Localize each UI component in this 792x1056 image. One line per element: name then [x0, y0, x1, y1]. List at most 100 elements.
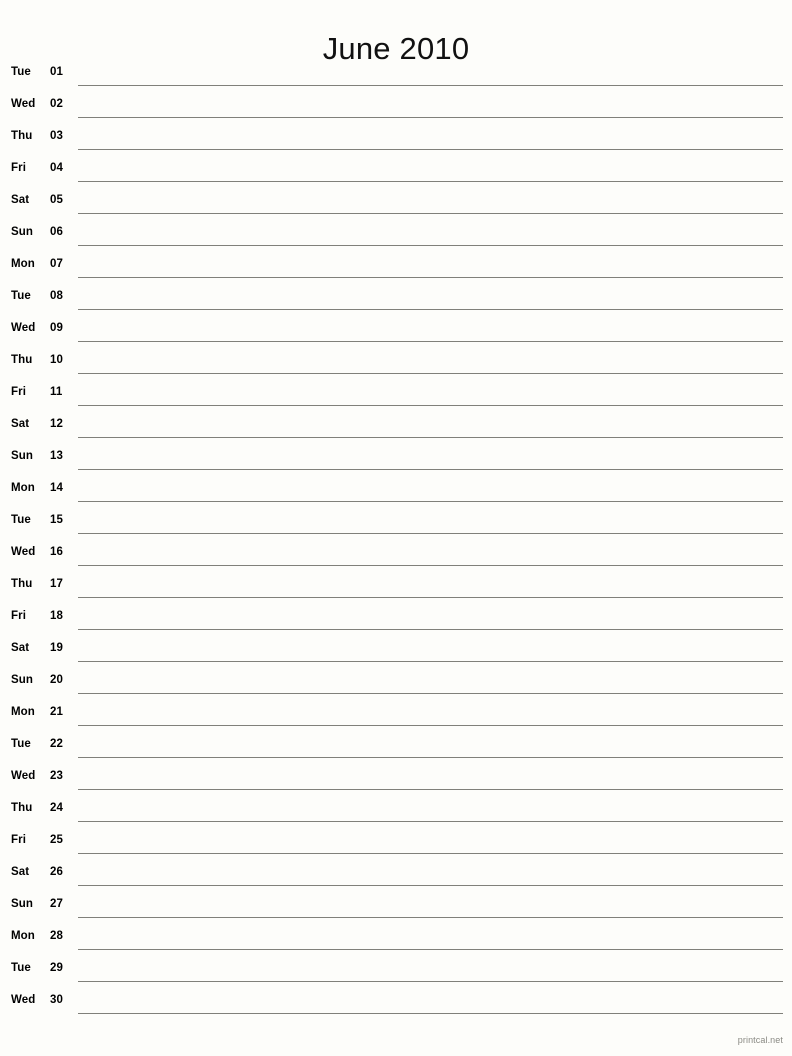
- day-writing-line[interactable]: [78, 725, 783, 726]
- day-writing-line[interactable]: [78, 437, 783, 438]
- day-weekday-label: Sun: [11, 226, 34, 238]
- day-weekday-label: Tue: [11, 962, 31, 974]
- day-row[interactable]: Tue 15: [0, 508, 792, 540]
- day-writing-line[interactable]: [78, 533, 783, 534]
- day-row[interactable]: Mon 28: [0, 924, 792, 956]
- day-writing-line[interactable]: [78, 917, 783, 918]
- day-writing-line[interactable]: [78, 565, 783, 566]
- day-number-label: 14: [50, 482, 63, 494]
- day-writing-line[interactable]: [78, 117, 783, 118]
- day-writing-line[interactable]: [78, 821, 783, 822]
- day-weekday-label: Wed: [11, 98, 36, 110]
- day-writing-line[interactable]: [78, 949, 783, 950]
- day-row[interactable]: Mon 21: [0, 700, 792, 732]
- day-writing-line[interactable]: [78, 757, 783, 758]
- day-weekday-label: Fri: [11, 386, 26, 398]
- day-number-label: 04: [50, 162, 63, 174]
- day-row[interactable]: Sat 12: [0, 412, 792, 444]
- day-number-label: 28: [50, 930, 63, 942]
- day-writing-line[interactable]: [78, 373, 783, 374]
- day-row[interactable]: Tue 29: [0, 956, 792, 988]
- day-weekday-label: Sat: [11, 418, 30, 430]
- day-row[interactable]: Sun 27: [0, 892, 792, 924]
- day-writing-line[interactable]: [78, 341, 783, 342]
- day-weekday-label: Fri: [11, 610, 26, 622]
- day-writing-line[interactable]: [78, 277, 783, 278]
- day-row[interactable]: Tue 01: [0, 60, 792, 92]
- day-weekday-label: Tue: [11, 66, 31, 78]
- day-number-label: 29: [50, 962, 63, 974]
- day-weekday-label: Mon: [11, 706, 35, 718]
- day-weekday-label: Sat: [11, 194, 30, 206]
- day-number-label: 05: [50, 194, 63, 206]
- day-writing-line[interactable]: [78, 1013, 783, 1014]
- day-writing-line[interactable]: [78, 245, 783, 246]
- day-row[interactable]: Fri 18: [0, 604, 792, 636]
- day-row[interactable]: Tue 22: [0, 732, 792, 764]
- day-row[interactable]: Wed 30: [0, 988, 792, 1020]
- day-row[interactable]: Thu 03: [0, 124, 792, 156]
- day-writing-line[interactable]: [78, 661, 783, 662]
- day-row[interactable]: Fri 25: [0, 828, 792, 860]
- day-weekday-label: Fri: [11, 834, 26, 846]
- day-writing-line[interactable]: [78, 885, 783, 886]
- day-number-label: 27: [50, 898, 63, 910]
- day-weekday-label: Thu: [11, 354, 33, 366]
- day-row[interactable]: Wed 23: [0, 764, 792, 796]
- day-weekday-label: Tue: [11, 514, 31, 526]
- day-number-label: 13: [50, 450, 63, 462]
- day-row[interactable]: Tue 08: [0, 284, 792, 316]
- day-weekday-label: Wed: [11, 770, 36, 782]
- day-row[interactable]: Sat 19: [0, 636, 792, 668]
- calendar-page: June 2010 Tue 01 Wed 02 Thu 03 Fri 04 Sat 05 Sun 06…: [0, 0, 792, 1056]
- day-row[interactable]: Wed 02: [0, 92, 792, 124]
- day-writing-line[interactable]: [78, 853, 783, 854]
- day-row[interactable]: Sat 05: [0, 188, 792, 220]
- day-writing-line[interactable]: [78, 629, 783, 630]
- day-row[interactable]: Sun 20: [0, 668, 792, 700]
- day-weekday-label: Thu: [11, 802, 33, 814]
- day-writing-line[interactable]: [78, 85, 783, 86]
- day-row[interactable]: Sun 06: [0, 220, 792, 252]
- day-row[interactable]: Fri 11: [0, 380, 792, 412]
- day-writing-line[interactable]: [78, 501, 783, 502]
- day-writing-line[interactable]: [78, 693, 783, 694]
- day-writing-line[interactable]: [78, 405, 783, 406]
- day-number-label: 01: [50, 66, 63, 78]
- day-writing-line[interactable]: [78, 213, 783, 214]
- day-row[interactable]: Wed 09: [0, 316, 792, 348]
- day-weekday-label: Wed: [11, 546, 36, 558]
- day-row[interactable]: Sat 26: [0, 860, 792, 892]
- day-number-label: 02: [50, 98, 63, 110]
- day-row[interactable]: Mon 07: [0, 252, 792, 284]
- day-number-label: 30: [50, 994, 63, 1006]
- day-row[interactable]: Thu 17: [0, 572, 792, 604]
- day-number-label: 19: [50, 642, 63, 654]
- day-number-label: 15: [50, 514, 63, 526]
- day-row-list: Tue 01 Wed 02 Thu 03 Fri 04 Sat 05 Sun 06 Mon 07 Tue 08…: [0, 60, 792, 1020]
- day-writing-line[interactable]: [78, 981, 783, 982]
- day-number-label: 10: [50, 354, 63, 366]
- day-writing-line[interactable]: [78, 309, 783, 310]
- day-number-label: 20: [50, 674, 63, 686]
- day-number-label: 25: [50, 834, 63, 846]
- day-weekday-label: Sat: [11, 866, 30, 878]
- day-number-label: 17: [50, 578, 63, 590]
- day-row[interactable]: Thu 10: [0, 348, 792, 380]
- day-writing-line[interactable]: [78, 469, 783, 470]
- day-number-label: 18: [50, 610, 63, 622]
- day-writing-line[interactable]: [78, 149, 783, 150]
- day-writing-line[interactable]: [78, 789, 783, 790]
- day-weekday-label: Mon: [11, 482, 35, 494]
- day-row[interactable]: Wed 16: [0, 540, 792, 572]
- day-row[interactable]: Mon 14: [0, 476, 792, 508]
- day-row[interactable]: Thu 24: [0, 796, 792, 828]
- day-weekday-label: Sat: [11, 642, 30, 654]
- day-number-label: 23: [50, 770, 63, 782]
- day-weekday-label: Tue: [11, 290, 31, 302]
- day-row[interactable]: Sun 13: [0, 444, 792, 476]
- day-row[interactable]: Fri 04: [0, 156, 792, 188]
- day-writing-line[interactable]: [78, 597, 783, 598]
- day-writing-line[interactable]: [78, 181, 783, 182]
- day-number-label: 22: [50, 738, 63, 750]
